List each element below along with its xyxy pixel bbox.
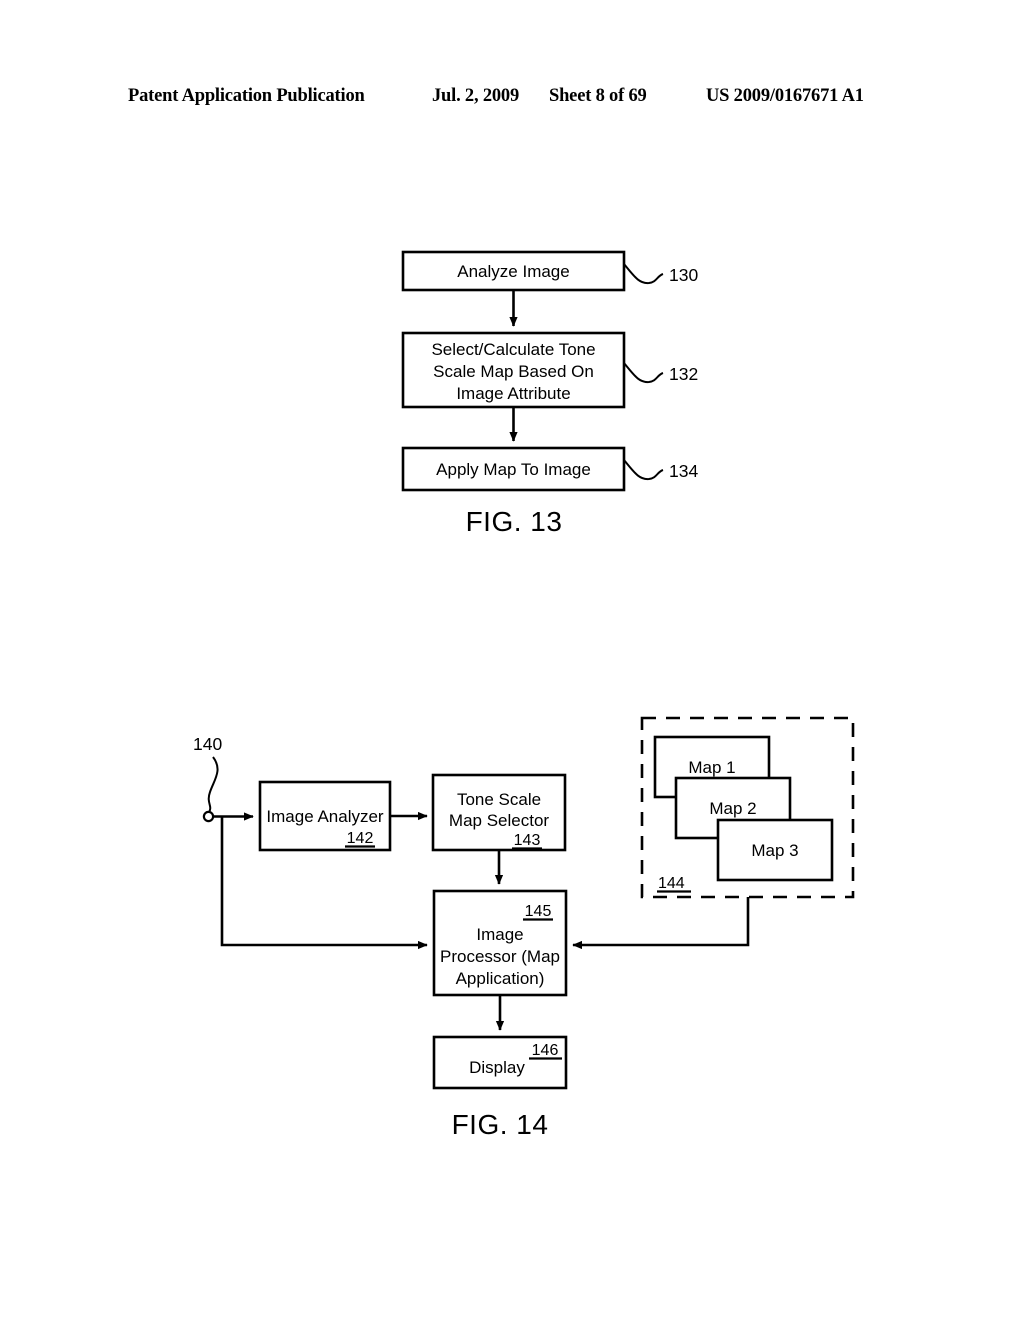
fig14-caption: FIG. 14: [452, 1109, 549, 1140]
fig14-processor-ref: 145: [525, 903, 552, 920]
fig14-selector-label-line1: Tone Scale: [457, 790, 541, 809]
fig14-block-display: 146 Display: [432, 1035, 568, 1090]
fig14-system-ref-140: 140: [193, 734, 222, 823]
fig14-map-2-label: Map 2: [709, 799, 756, 818]
fig14-block-tone-scale-map-selector: Tone Scale Map Selector 143: [431, 773, 567, 852]
fig14-block-image-processor: 145 Image Processor (Map Application): [432, 889, 568, 997]
fig13-ref-130: 130: [669, 265, 698, 285]
fig14-map-store-ref: 144: [658, 875, 685, 892]
fig13-ref-132: 132: [669, 364, 698, 384]
fig13-step-analyze-image: Analyze Image: [401, 250, 626, 292]
fig13-step1-label: Analyze Image: [457, 262, 569, 281]
fig13-ref-134-leader: 134: [623, 459, 698, 481]
fig13-step-select-calculate-tone-scale-map: Select/Calculate Tone Scale Map Based On…: [401, 331, 626, 409]
fig13-ref-134: 134: [669, 461, 698, 481]
patent-drawing-sheet: Analyze Image 130 Select/Calculate Tone …: [193, 250, 855, 1140]
fig13-step-apply-map-to-image: Apply Map To Image: [401, 446, 626, 492]
fig13-ref-132-leader: 132: [623, 362, 698, 384]
fig13-step2-label-line2: Scale Map Based On: [433, 362, 594, 381]
fig14-analyzer-label: Image Analyzer: [266, 807, 384, 826]
fig14-display-label: Display: [469, 1058, 525, 1077]
fig14-block-image-analyzer: Image Analyzer 142: [258, 780, 392, 852]
fig14-map-3-label: Map 3: [751, 841, 798, 860]
fig14-arrow-map-store-to-processor: [572, 897, 750, 950]
fig14-display-ref: 146: [532, 1042, 559, 1059]
fig14-map-1-label: Map 1: [688, 758, 735, 777]
fig13-step2-label-line1: Select/Calculate Tone: [431, 340, 595, 359]
fig14-selector-ref: 143: [514, 832, 541, 849]
fig14-processor-label-line2: Processor (Map: [440, 947, 560, 966]
fig14-selector-label-line2: Map Selector: [449, 811, 549, 830]
fig14-ref-140: 140: [193, 734, 222, 754]
fig14-map-store-container: Map 1 Map 2 Map 3 144: [640, 716, 855, 899]
figure-14: 140 Image Analyzer 142 Tone Scale Map Se…: [193, 716, 855, 1140]
fig13-ref-130-leader: 130: [623, 263, 698, 285]
figure-13: Analyze Image 130 Select/Calculate Tone …: [401, 250, 698, 537]
fig14-input-node-dot: [202, 810, 215, 823]
fig13-step3-label: Apply Map To Image: [436, 460, 591, 479]
fig14-analyzer-ref: 142: [347, 830, 374, 847]
fig14-map-3: Map 3: [716, 818, 834, 882]
fig13-step2-label-line3: Image Attribute: [456, 384, 570, 403]
fig13-caption: FIG. 13: [466, 506, 563, 537]
fig14-processor-label-line3: Application): [456, 969, 545, 988]
fig14-processor-label-line1: Image: [476, 925, 523, 944]
